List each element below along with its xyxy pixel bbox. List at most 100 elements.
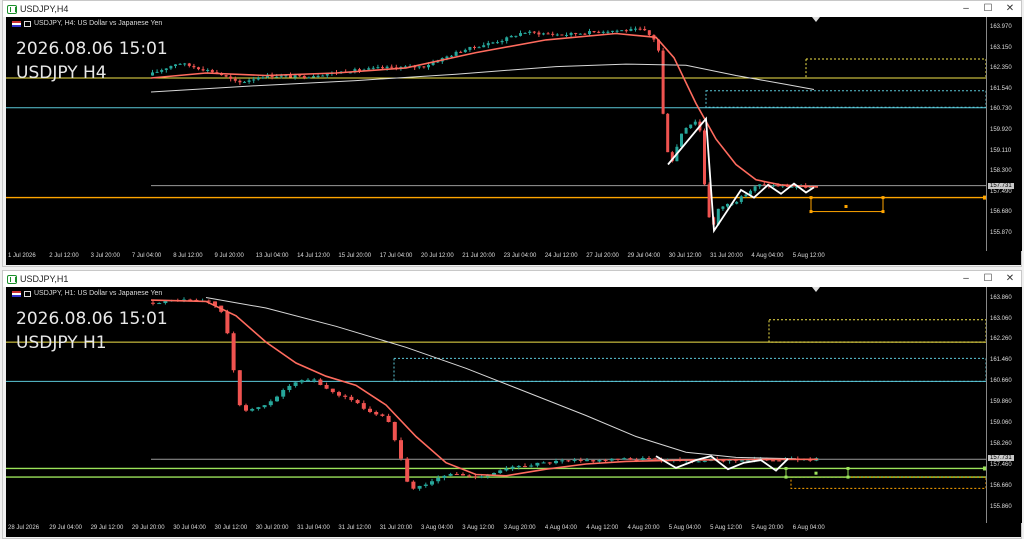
- window-titlebar[interactable]: USDJPY,H4 – ☐ ✕: [3, 1, 1021, 17]
- candle-body: [609, 458, 614, 461]
- price-tick-label: 162.260: [990, 336, 1012, 343]
- chart-window-icon: [7, 274, 17, 284]
- candle-body: [578, 459, 583, 461]
- candle-body: [473, 46, 476, 48]
- candle-body: [380, 414, 385, 416]
- window-title: USDJPY,H4: [20, 4, 69, 14]
- target-anchor-point: [784, 475, 788, 479]
- price-tick-label: 163.150: [990, 44, 1012, 51]
- candle-body: [569, 32, 573, 35]
- candle-body: [528, 31, 532, 33]
- time-tick-label: 3 Aug 04:00: [421, 525, 454, 531]
- time-tick-label: 1 Jul 2026: [8, 253, 36, 259]
- candle-body: [615, 30, 619, 32]
- time-tick-label: 27 Jul 20:00: [586, 253, 619, 259]
- close-button[interactable]: ✕: [999, 1, 1021, 17]
- candle-body: [238, 80, 242, 83]
- time-tick-label: 23 Jul 04:00: [503, 253, 537, 259]
- time-tick-label: 6 Aug 04:00: [792, 525, 825, 531]
- time-tick-label: 21 Jul 20:00: [462, 253, 495, 259]
- minimize-button[interactable]: –: [955, 1, 977, 17]
- candle-body: [367, 68, 371, 70]
- chart-window-h4[interactable]: USDJPY,H4 – ☐ ✕ USDJPY, H4: US Dollar vs…: [2, 0, 1022, 267]
- time-tick-label: 29 Jul 12:00: [90, 525, 124, 531]
- candle-body: [491, 42, 495, 44]
- candle-body: [399, 440, 403, 459]
- time-tick-label: 29 Jul 04:00: [49, 525, 82, 531]
- time-scale[interactable]: 1 Jul 2026 2 Jul 12:00 3 Jul 20:00 7 Jul 04…: [6, 251, 1021, 265]
- chart-properties-icon[interactable]: [24, 290, 31, 297]
- time-tick-label: 9 Jul 20:00: [214, 253, 244, 259]
- price-tick-label: 161.460: [990, 357, 1012, 364]
- candle-body: [721, 460, 726, 462]
- price-tick-label: 155.870: [990, 229, 1012, 236]
- price-plot-area[interactable]: USDJPY, H1: US Dollar vs Japanese Yen 20…: [6, 287, 986, 523]
- candle-body: [250, 408, 255, 411]
- candle-body: [554, 460, 558, 464]
- candle-body: [461, 474, 465, 476]
- candle-body: [417, 485, 422, 489]
- candle-body: [647, 30, 651, 35]
- time-scale[interactable]: 28 Jul 2026 29 Jul 04:00 29 Jul 12:00 29 Ju…: [6, 523, 1021, 537]
- candle-body: [622, 458, 627, 460]
- candle-body: [726, 203, 729, 207]
- current-price-tag: 157.731: [988, 182, 1014, 189]
- price-tick-label: 157.460: [990, 462, 1012, 469]
- candle-body: [591, 460, 596, 462]
- time-tick-label: 31 Jul 12:00: [338, 525, 372, 531]
- time-tick-label: 13 Jul 04:00: [255, 253, 289, 259]
- candle-body: [361, 403, 366, 409]
- maximize-button[interactable]: ☐: [977, 1, 999, 17]
- candle-body: [616, 458, 620, 460]
- chart-header: USDJPY, H1: US Dollar vs Japanese Yen: [12, 290, 162, 297]
- candle-body: [392, 421, 397, 441]
- price-tick-label: 163.970: [990, 23, 1012, 30]
- candle-body: [689, 124, 693, 129]
- price-scale[interactable]: 163.860 163.060 162.260 161.460 160.660 159.8…: [986, 287, 1022, 523]
- overlay-date: 2026.08.06 15:01: [16, 39, 168, 59]
- level-zone: [393, 357, 986, 382]
- candle-body: [496, 42, 499, 44]
- candle-body: [744, 194, 748, 197]
- candle-body: [197, 67, 200, 70]
- candle-body: [762, 184, 766, 186]
- overlay-date: 2026.08.06 15:01: [16, 309, 168, 329]
- chart-shift-marker-icon[interactable]: [812, 17, 820, 22]
- candle-body: [482, 45, 486, 48]
- candle-body: [312, 379, 317, 381]
- price-tick-label: 159.920: [990, 126, 1012, 133]
- time-tick-label: 29 Jul 04:00: [627, 253, 661, 259]
- candle-body: [445, 56, 449, 59]
- candle-body: [696, 461, 701, 463]
- candle-body: [201, 69, 205, 71]
- price-plot-area[interactable]: USDJPY, H4: US Dollar vs Japanese Yen 20…: [6, 17, 986, 251]
- candle-body: [436, 477, 441, 482]
- candle-body: [233, 78, 237, 81]
- chart-window-h1[interactable]: USDJPY,H1 – ☐ ✕ USDJPY, H1: US Dollar vs…: [2, 270, 1022, 539]
- candle-body: [546, 33, 550, 35]
- candle-body: [243, 81, 246, 83]
- chart-header-text: USDJPY, H4: US Dollar vs Japanese Yen: [34, 20, 163, 27]
- target-anchor-point: [881, 210, 885, 214]
- price-scale[interactable]: 163.970 163.150 162.350 161.540 160.730 159.9…: [986, 17, 1022, 251]
- candle-body: [210, 69, 214, 73]
- symbol-flag-icon: [12, 20, 21, 27]
- candle-body: [492, 473, 496, 475]
- minimize-button[interactable]: –: [955, 271, 977, 287]
- maximize-button[interactable]: ☐: [977, 271, 999, 287]
- candle-body: [306, 379, 310, 381]
- chart-shift-marker-icon[interactable]: [812, 287, 820, 292]
- window-titlebar[interactable]: USDJPY,H1 – ☐ ✕: [3, 271, 1021, 287]
- candle-body: [256, 77, 260, 80]
- candle-body: [231, 333, 236, 371]
- zigzag-line: [667, 116, 815, 234]
- chart-window-icon: [7, 4, 17, 14]
- candle-body: [588, 31, 591, 35]
- candle-body: [261, 77, 265, 79]
- candle-body: [417, 66, 421, 68]
- close-button[interactable]: ✕: [999, 271, 1021, 287]
- candle-body: [611, 30, 614, 32]
- candle-body: [381, 67, 384, 69]
- chart-properties-icon[interactable]: [24, 20, 31, 27]
- time-tick-label: 31 Jul 20:00: [379, 525, 413, 531]
